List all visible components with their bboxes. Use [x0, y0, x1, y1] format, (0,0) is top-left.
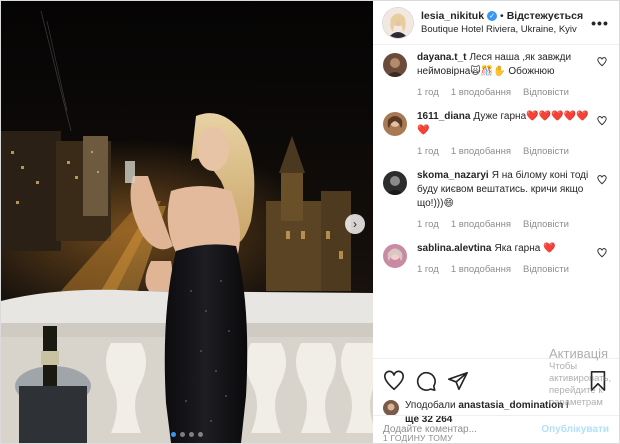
commenter-avatar[interactable] [383, 171, 407, 195]
header-text: lesia_nikituk ✓ • Відстежується Boutique… [421, 10, 591, 35]
carousel-dot [171, 432, 176, 437]
comment-likes[interactable]: 1 вподобання [451, 219, 511, 230]
carousel-dot [198, 432, 203, 437]
comment-likes[interactable]: 1 вподобання [451, 146, 511, 157]
comment-like-heart-icon[interactable] [595, 57, 609, 98]
comment-input[interactable]: Додайте коментар... [383, 424, 541, 435]
comments-list: dayana.t_t Леся наша ,як завжди неймовірн… [373, 45, 619, 358]
verified-icon: ✓ [487, 11, 498, 21]
reply-button[interactable]: Відповісти [523, 87, 569, 98]
comment-like-heart-icon[interactable] [595, 248, 609, 275]
carousel-dot [180, 432, 185, 437]
publish-button[interactable]: Опублікувати [541, 424, 609, 435]
carousel-indicator [1, 432, 373, 437]
reply-button[interactable]: Відповісти [523, 264, 569, 275]
chevron-right-icon: › [353, 217, 357, 231]
commenter-avatar[interactable] [383, 53, 407, 77]
post-photo[interactable]: › [1, 1, 373, 443]
commenter-avatar[interactable] [383, 112, 407, 136]
post-modal: › lesia_nikituk ✓ • Відстежується Boutiq… [0, 0, 620, 444]
separator-dot: • [500, 10, 504, 22]
commenter-avatar[interactable] [383, 244, 407, 268]
author-username[interactable]: lesia_nikituk [421, 10, 484, 22]
comment-likes[interactable]: 1 вподобання [451, 264, 511, 275]
photo-scene [1, 1, 373, 443]
reply-button[interactable]: Відповісти [523, 219, 569, 230]
carousel-next-button[interactable]: › [345, 214, 365, 234]
add-comment-bar: Додайте коментар... Опублікувати [373, 415, 619, 443]
activation-watermark: Активація Чтобы активировать, перейдите … [549, 346, 619, 409]
comment-time[interactable]: 1 год [417, 146, 439, 157]
comment-like-heart-icon[interactable] [595, 175, 609, 230]
commenter-username[interactable]: dayana.t_t [417, 52, 466, 63]
commenter-username[interactable]: skoma_nazaryi [417, 170, 489, 181]
likes-prefix: Уподобали [405, 400, 456, 411]
commenter-username[interactable]: 1611_diana [417, 111, 470, 122]
follow-status-button[interactable]: Відстежується [507, 10, 583, 22]
comment-item: sablina.alevtina Яка гарна ❤️ 1 год 1 впо… [383, 242, 609, 275]
liker-username[interactable]: anastasia_domination [458, 400, 563, 411]
watermark-title: Активація [549, 346, 609, 361]
share-icon[interactable] [447, 370, 469, 392]
post-panel: lesia_nikituk ✓ • Відстежується Boutique… [373, 1, 619, 443]
commenter-username[interactable]: sablina.alevtina [417, 243, 491, 254]
carousel-dot [189, 432, 194, 437]
comment-time[interactable]: 1 год [417, 87, 439, 98]
comment-item: skoma_nazaryi Я на білому коні тоді буду … [383, 169, 609, 230]
comment-icon[interactable] [415, 370, 437, 392]
comment-item: 1611_diana Дуже гарна❤️❤️❤️❤️❤️❤️ 1 год 1… [383, 110, 609, 157]
comment-time[interactable]: 1 год [417, 219, 439, 230]
comment-likes[interactable]: 1 вподобання [451, 87, 511, 98]
post-header: lesia_nikituk ✓ • Відстежується Boutique… [373, 1, 619, 45]
heart-icon[interactable] [383, 370, 405, 392]
post-location[interactable]: Boutique Hotel Riviera, Ukraine, Kyiv [421, 24, 591, 35]
comment-text: Яка гарна ❤️ [494, 243, 556, 254]
author-avatar[interactable] [383, 7, 413, 38]
reply-button[interactable]: Відповісти [523, 146, 569, 157]
comment-time[interactable]: 1 год [417, 264, 439, 275]
liker-avatar[interactable] [383, 400, 399, 416]
comment-item: dayana.t_t Леся наша ,як завжди неймовірн… [383, 51, 609, 98]
watermark-line: Чтобы активировать, перейдите к параметр… [549, 361, 612, 408]
comment-like-heart-icon[interactable] [595, 116, 609, 157]
more-icon[interactable]: ••• [591, 15, 609, 31]
